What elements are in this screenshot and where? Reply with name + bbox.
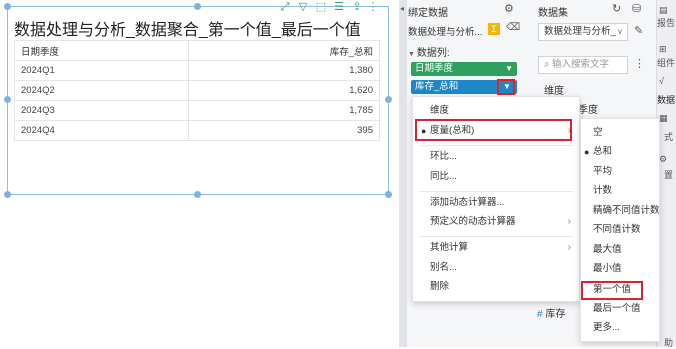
resize-handle[interactable]	[4, 191, 11, 198]
agg-item-last-value[interactable]: 最后一个值	[581, 300, 659, 318]
eraser-icon[interactable]: ⌫	[506, 22, 520, 33]
tab-components[interactable]: 组件	[657, 56, 675, 69]
resize-handle[interactable]	[194, 191, 201, 198]
menu-item-predefined-calc[interactable]: 预定义的动态计算器 ›	[413, 213, 579, 231]
table-row: 2024Q3 1,785	[14, 100, 381, 121]
dimension-field-partial[interactable]: 季度	[578, 101, 598, 116]
table-cell: 2024Q3	[14, 100, 189, 121]
chevron-down-icon: ▼	[503, 82, 511, 91]
menu-divider	[419, 236, 573, 237]
table-cell: 1,620	[187, 80, 381, 101]
field-chip-label: 库存_总和	[415, 81, 459, 92]
dock-collapse-bar[interactable]	[399, 0, 407, 347]
agg-item-more[interactable]: 更多...	[581, 319, 659, 337]
table-cell: 2024Q1	[14, 60, 189, 81]
edit-icon[interactable]: ✎	[634, 24, 643, 37]
data-columns-label: ▼ 数据列:	[408, 48, 450, 59]
agg-item-none[interactable]: 空	[581, 124, 659, 142]
resize-handle[interactable]	[4, 3, 11, 10]
dataset-panel-title: 数据集	[538, 8, 568, 19]
sum-icon[interactable]: Σ	[488, 23, 500, 35]
binding-dataset-value[interactable]: 数据处理与分析...	[408, 24, 486, 38]
agg-item-distinct-count[interactable]: 不同值计数	[581, 221, 659, 239]
agg-item-count[interactable]: 计数	[581, 182, 659, 200]
selected-dot-icon: ●	[584, 147, 590, 157]
tab-help[interactable]: 助	[664, 336, 673, 349]
search-icon: ⌕	[544, 59, 552, 70]
table-row: 2024Q4 395	[14, 120, 381, 141]
chevron-down-icon[interactable]: ▼	[505, 62, 513, 76]
table-row: 2024Q1 1,380	[14, 60, 381, 81]
data-tab-icon[interactable]: √	[659, 76, 664, 86]
menu-divider	[419, 191, 573, 192]
select-icon[interactable]: ⬚	[314, 0, 328, 14]
chevron-right-icon: ›	[567, 242, 571, 253]
tab-data[interactable]: 数据	[657, 93, 675, 106]
menu-item-delete[interactable]: 删除	[413, 278, 579, 296]
dataset-select-value: 数据处理与分析_	[544, 26, 616, 37]
binding-panel-title: 绑定数据	[408, 8, 448, 19]
agg-item-average[interactable]: 平均	[581, 163, 659, 181]
column-header[interactable]: 库存_总和	[187, 40, 381, 61]
component-tab-icon[interactable]: ⊞	[659, 44, 667, 55]
resize-handle[interactable]	[385, 96, 392, 103]
chevron-down-icon: ∨	[617, 27, 623, 36]
list-icon[interactable]: ☰	[332, 0, 346, 14]
more-icon[interactable]: ⋮	[634, 57, 645, 70]
table-cell: 1,380	[187, 60, 381, 81]
tab-settings[interactable]: 置	[664, 168, 673, 181]
style-tab-icon[interactable]: ▦	[659, 113, 668, 124]
highlight-measure-item	[415, 119, 572, 141]
database-icon[interactable]: ⛁	[632, 2, 641, 15]
menu-item-other-calc[interactable]: 其他计算 ›	[413, 239, 579, 257]
data-table: 日期季度 库存_总和 2024Q1 1,380 2024Q2 1,620 202…	[14, 40, 381, 141]
dataset-select[interactable]: 数据处理与分析_ ∨	[538, 23, 628, 41]
measure-field-item[interactable]: # 库存	[537, 305, 565, 320]
agg-item-exact-distinct-count[interactable]: 精确不同值计数	[581, 202, 660, 220]
agg-item-min[interactable]: 最小值	[581, 260, 659, 278]
table-cell: 2024Q4	[14, 120, 189, 141]
tab-style[interactable]: 式	[664, 130, 673, 143]
agg-item-max[interactable]: 最大值	[581, 241, 659, 259]
report-title: 数据处理与分析_数据聚合_第一个值_最后一个值	[14, 22, 361, 39]
export-icon[interactable]: ⇪	[350, 0, 364, 14]
table-row: 2024Q2 1,620	[14, 80, 381, 101]
measure-dropdown-button[interactable]: ▼	[497, 79, 515, 95]
resize-handle[interactable]	[194, 3, 201, 10]
agg-item-sum[interactable]: ● 总和	[581, 143, 659, 161]
chevron-right-icon: ›	[567, 216, 571, 227]
aggregation-submenu: 空 ● 总和 平均 计数 精确不同值计数 不同值计数 最大值 最小值 第一个值 …	[580, 118, 660, 342]
menu-item-add-dynamic-calc[interactable]: 添加动态计算器...	[413, 194, 579, 212]
field-chip-label: 日期季度	[415, 63, 454, 74]
dimension-label: 维度	[544, 86, 564, 97]
menu-item-alias[interactable]: 别名...	[413, 259, 579, 277]
table-cell: 395	[187, 120, 381, 141]
fullscreen-icon[interactable]: ⤢	[278, 0, 292, 14]
table-cell: 1,785	[187, 100, 381, 121]
table-header-row: 日期季度 库存_总和	[14, 40, 381, 61]
menu-divider	[419, 145, 573, 146]
filter-icon[interactable]: ▽	[296, 0, 310, 14]
menu-item-mom[interactable]: 环比...	[413, 148, 579, 166]
settings-tab-icon[interactable]: ⚙	[659, 154, 667, 165]
refresh-icon[interactable]: ↻	[612, 2, 621, 15]
search-placeholder: 输入搜索文字	[551, 59, 609, 70]
tab-report[interactable]: 报告	[657, 16, 675, 29]
resize-handle[interactable]	[4, 96, 11, 103]
menu-item-yoy[interactable]: 同比...	[413, 168, 579, 186]
resize-handle[interactable]	[385, 191, 392, 198]
table-cell: 2024Q2	[14, 80, 189, 101]
column-header[interactable]: 日期季度	[14, 40, 189, 61]
collapse-arrow-icon[interactable]: ◂	[400, 4, 404, 13]
report-tab-icon[interactable]: ▤	[659, 5, 668, 16]
more-icon[interactable]: ⋮	[366, 0, 380, 14]
highlight-first-value	[581, 281, 643, 300]
search-input[interactable]: ⌕ 输入搜索文字	[538, 56, 628, 74]
field-chip-dimension[interactable]: 日期季度 ▼	[411, 62, 517, 76]
menu-item-dimension[interactable]: 维度	[413, 102, 579, 120]
binding-settings-icon[interactable]: ⚙	[504, 2, 514, 15]
